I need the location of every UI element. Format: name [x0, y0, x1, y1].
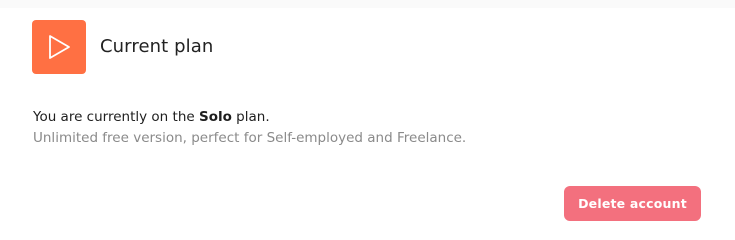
plan-icon-tile	[32, 20, 86, 74]
play-icon	[49, 35, 70, 59]
current-plan-suffix: plan.	[231, 109, 270, 125]
plan-section-title: Current plan	[100, 36, 214, 57]
current-plan-text: You are currently on the Solo plan.	[33, 109, 270, 125]
current-plan-name: Solo	[198, 109, 232, 125]
delete-account-button[interactable]: Delete account	[564, 186, 701, 221]
plan-description: Unlimited free version, perfect for Self…	[33, 130, 467, 146]
current-plan-card: Current plan You are currently on the So…	[0, 0, 735, 240]
current-plan-prefix: You are currently on the	[33, 109, 199, 125]
